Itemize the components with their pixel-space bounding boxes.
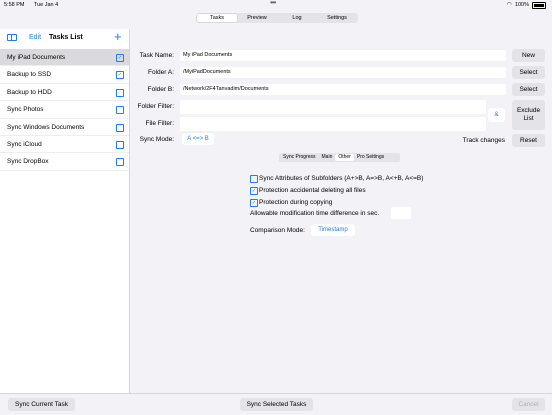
status-bar: 5:58 PM Tue Jan 4 ••• ◠ 100%	[0, 0, 552, 10]
subtab-sync-progress[interactable]: Sync Progress	[280, 154, 319, 161]
checkbox-checked-icon[interactable]: ✓	[116, 54, 124, 62]
sidebar-item-sync-icloud[interactable]: Sync iCloud	[0, 136, 129, 154]
sidebar-item-backup-hdd[interactable]: Backup to HDD	[0, 84, 129, 102]
task-name-label: Task Name:	[139, 52, 174, 59]
cancel-button[interactable]: Cancel	[512, 398, 545, 411]
sidebar-item-my-ipad-documents[interactable]: My iPad Documents ✓	[0, 49, 129, 67]
sidebar-item-label: Sync Photos	[7, 106, 44, 114]
new-button[interactable]: New	[512, 49, 545, 62]
bottom-toolbar: Sync Current Task Sync Selected Tasks Ca…	[0, 393, 552, 415]
checkbox-icon[interactable]	[116, 158, 124, 167]
file-filter-label: File Filter:	[145, 120, 174, 127]
option-protection-deleting-label: Protection accidental deleting all files	[259, 187, 366, 194]
folder-a-label: Folder A:	[147, 69, 174, 76]
sidebar: Edit Tasks List + My iPad Documents ✓ Ba…	[0, 29, 130, 393]
subtab-pro-settings[interactable]: Pro Settings	[354, 154, 387, 161]
exclude-list-line2: List	[523, 115, 534, 122]
checkbox-icon[interactable]	[116, 123, 124, 132]
sync-mode-label: Sync Mode:	[139, 136, 174, 143]
exclude-list-button[interactable]: Exclude List	[512, 100, 545, 130]
battery-icon	[532, 1, 546, 9]
sidebar-header: Edit Tasks List +	[0, 29, 129, 49]
checkbox-icon[interactable]	[250, 174, 258, 183]
comparison-mode-label: Comparison Mode:	[250, 227, 305, 234]
comparison-mode-select[interactable]: Timestamp	[311, 224, 355, 236]
subtab-main[interactable]: Main	[319, 154, 336, 161]
filter-and-button[interactable]: &	[488, 108, 505, 122]
sidebar-item-sync-windows-documents[interactable]: Sync Windows Documents	[0, 119, 129, 136]
wifi-icon: ◠	[506, 2, 512, 8]
checkbox-checked-icon[interactable]: ✓	[250, 198, 258, 207]
file-filter-field[interactable]	[180, 117, 486, 131]
add-task-icon[interactable]: +	[114, 29, 122, 44]
battery-percent: 100%	[514, 2, 529, 8]
checkbox-checked-icon[interactable]: ✓	[116, 71, 124, 80]
folder-a-field[interactable]: /MyiPadDocuments	[180, 67, 506, 78]
tab-settings[interactable]: Settings	[317, 14, 357, 22]
option-protection-copying[interactable]: ✓ Protection during copying	[250, 198, 332, 207]
option-protection-copying-label: Protection during copying	[259, 199, 333, 206]
checkbox-checked-icon[interactable]: ✓	[250, 186, 258, 195]
main-tabs: Tasks Preview Log Settings	[196, 13, 358, 23]
status-time: 5:58 PM	[4, 2, 25, 8]
option-sync-attributes-label: Sync Attributes of Subfolders (A+>B, A=>…	[259, 175, 424, 182]
option-sync-attributes[interactable]: Sync Attributes of Subfolders (A+>B, A=>…	[250, 174, 423, 183]
sync-mode-select[interactable]: A <=> B	[182, 133, 214, 145]
edit-button[interactable]: Edit	[29, 34, 41, 41]
folder-b-field[interactable]: /Network/2F4Tanvadim/Documents	[180, 84, 506, 95]
sidebar-item-label: Sync DropBox	[7, 158, 49, 166]
select-folder-a-button[interactable]: Select	[512, 66, 545, 79]
time-diff-label: Allowable modification time difference i…	[250, 210, 380, 217]
exclude-list-line1: Exclude	[516, 107, 541, 114]
sidebar-item-sync-photos[interactable]: Sync Photos	[0, 101, 129, 119]
tab-log[interactable]: Log	[277, 14, 317, 22]
option-time-diff: Allowable modification time difference i…	[250, 209, 379, 218]
option-protection-deleting[interactable]: ✓ Protection accidental deleting all fil…	[250, 186, 366, 195]
sub-tabs: Sync Progress Main Other Pro Settings	[279, 153, 400, 162]
track-changes-label: Track changes	[462, 137, 505, 144]
sidebar-item-label: Backup to SSD	[7, 71, 52, 79]
sidebar-item-sync-dropbox[interactable]: Sync DropBox	[0, 153, 129, 171]
reset-button[interactable]: Reset	[512, 134, 545, 147]
checkbox-icon[interactable]	[116, 140, 124, 149]
sidebar-item-label: Sync Windows Documents	[7, 123, 85, 131]
folder-filter-label: Folder Filter:	[137, 103, 174, 110]
sidebar-item-label: My iPad Documents	[7, 54, 66, 61]
folder-filter-field[interactable]	[180, 100, 486, 114]
checkbox-icon[interactable]	[116, 88, 124, 97]
time-diff-field[interactable]	[391, 207, 411, 219]
tab-preview[interactable]: Preview	[237, 14, 277, 22]
sidebar-item-label: Backup to HDD	[7, 88, 52, 96]
tab-tasks[interactable]: Tasks	[197, 14, 237, 22]
task-name-field[interactable]: My iPad Documents	[180, 50, 506, 61]
checkbox-icon[interactable]	[116, 106, 124, 115]
sync-selected-tasks-button[interactable]: Sync Selected Tasks	[240, 398, 313, 411]
multitasking-dots-icon[interactable]: •••	[270, 0, 276, 8]
folder-b-label: Folder B:	[147, 86, 174, 93]
sidebar-title: Tasks List	[49, 34, 83, 41]
select-folder-b-button[interactable]: Select	[512, 83, 545, 96]
comparison-mode-row: Comparison Mode:	[250, 226, 305, 235]
sidebar-item-backup-ssd[interactable]: Backup to SSD ✓	[0, 66, 129, 84]
sidebar-toggle-icon[interactable]	[7, 34, 17, 41]
sidebar-item-label: Sync iCloud	[7, 140, 42, 148]
subtab-other[interactable]: Other	[335, 154, 354, 161]
status-date: Tue Jan 4	[33, 2, 59, 8]
sync-current-task-button[interactable]: Sync Current Task	[8, 398, 75, 411]
